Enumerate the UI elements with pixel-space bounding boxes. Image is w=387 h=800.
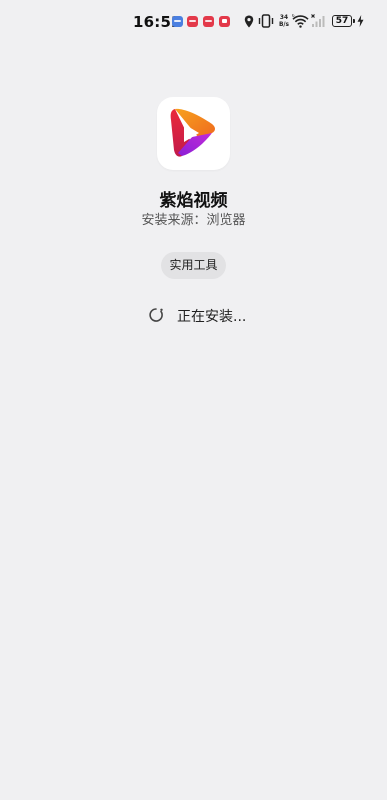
battery-indicator: 57: [332, 15, 355, 27]
play-logo-icon: [170, 108, 215, 157]
charging-bolt-icon: [357, 15, 364, 27]
install-source: 安装来源：浏览器: [141, 213, 246, 228]
loading-spinner-icon: [149, 308, 163, 322]
network-speed: 34 B/s: [277, 14, 291, 28]
location-icon: [244, 15, 254, 28]
notification-app-icon-red: [187, 16, 198, 27]
install-status-text: 正在安装...: [177, 309, 247, 325]
wifi-icon: 6: [292, 14, 309, 28]
notification-app-icon-red: [219, 16, 230, 27]
signal-icon: [311, 14, 325, 27]
app-icon: [157, 97, 230, 170]
vibrate-icon: [258, 14, 274, 28]
app-name: 紫焰视频: [159, 191, 228, 211]
app-install-screen: 16:52 34 B/s 6 57 紫焰视频 安装来源：浏览器 实用工具 正在安…: [0, 0, 387, 800]
category-chip: 实用工具: [161, 252, 226, 279]
status-bar: 16:52 34 B/s 6 57: [0, 0, 387, 44]
network-speed-unit: B/s: [278, 20, 290, 28]
notification-app-icon-red: [203, 16, 214, 27]
notification-app-icon-blue: [172, 16, 183, 27]
